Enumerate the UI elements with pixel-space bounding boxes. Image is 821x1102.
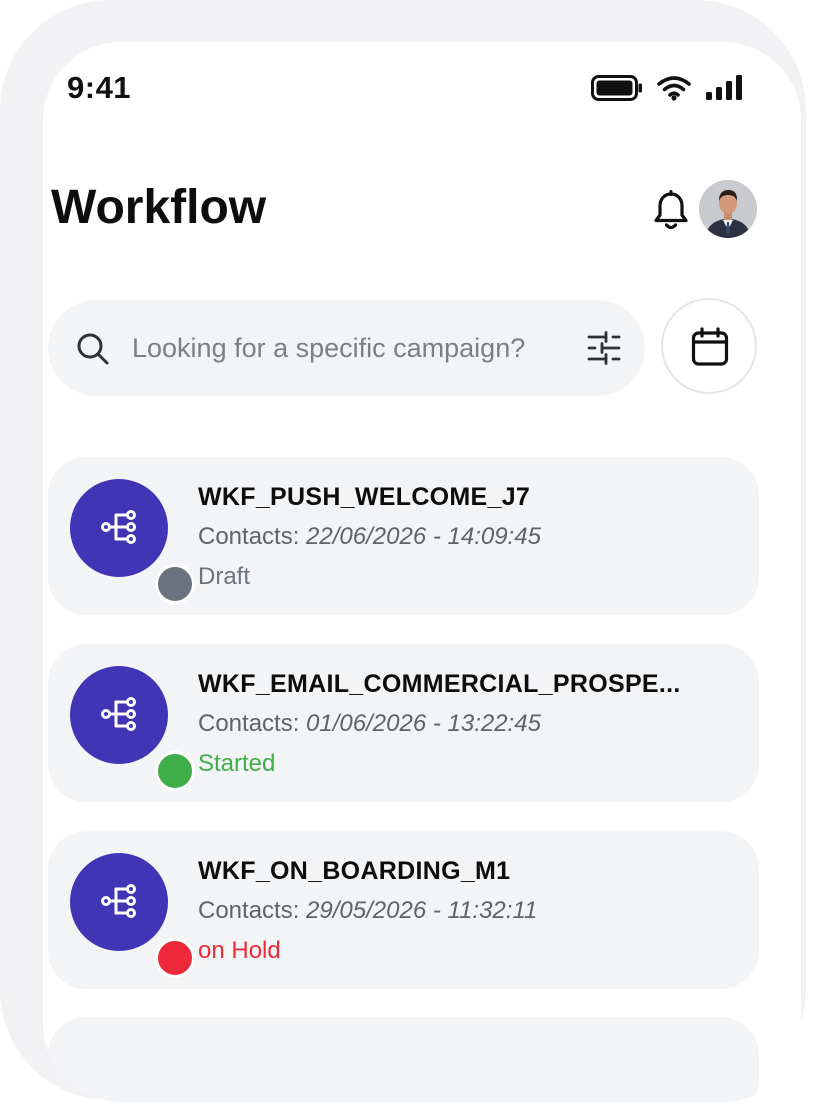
workflow-name: WKF_ON_BOARDING_M1 — [198, 857, 511, 885]
status-indicator-dot — [155, 564, 195, 604]
workflow-name: WKF_PUSH_WELCOME_J7 — [198, 483, 531, 511]
status-icons — [591, 74, 743, 102]
cellular-signal-icon — [706, 75, 742, 100]
workflow-contacts: Contacts: 22/06/2026 - 14:09:45 — [198, 523, 541, 551]
contacts-label: Contacts: — [198, 897, 307, 924]
contacts-label: Contacts: — [198, 523, 307, 550]
page-title: Workflow — [51, 181, 267, 234]
status-time: 9:41 — [67, 70, 132, 105]
phone-screen: 9:41 Workflow Looking for a specific cam… — [43, 42, 801, 1102]
bell-icon[interactable] — [653, 190, 689, 232]
workflow-avatar — [70, 479, 195, 604]
filter-sliders-icon[interactable] — [586, 330, 622, 366]
workflow-avatar — [70, 666, 195, 791]
search-icon — [77, 333, 109, 365]
status-bar: 9:41 — [43, 42, 801, 132]
search-bar[interactable] — [48, 300, 645, 396]
workflow-tree-icon — [101, 697, 136, 731]
status-indicator-dot — [155, 938, 195, 978]
workflow-tree-icon — [101, 884, 136, 918]
calendar-icon — [691, 327, 729, 366]
workflow-status: Draft — [198, 563, 251, 590]
workflow-card-partial[interactable] — [48, 1017, 759, 1102]
wifi-icon — [657, 76, 691, 101]
workflow-contacts: Contacts: 29/05/2026 - 11:32:11 — [198, 897, 537, 925]
contacts-date: 29/05/2026 - 11:32:11 — [306, 897, 538, 924]
workflow-contacts: Contacts: 01/06/2026 - 13:22:45 — [198, 710, 541, 738]
contacts-date: 22/06/2026 - 14:09:45 — [306, 523, 541, 550]
workflow-card[interactable]: WKF_ON_BOARDING_M1 Contacts: 29/05/2026 … — [48, 831, 759, 989]
workflow-name: WKF_EMAIL_COMMERCIAL_PROSPE... — [198, 670, 681, 698]
status-indicator-dot — [155, 751, 195, 791]
battery-icon — [591, 75, 642, 101]
workflow-card[interactable]: WKF_EMAIL_COMMERCIAL_PROSPE... Contacts:… — [48, 644, 759, 802]
user-avatar[interactable] — [699, 180, 757, 238]
workflow-status: on Hold — [198, 937, 281, 964]
workflow-card[interactable]: WKF_PUSH_WELCOME_J7 Contacts: 22/06/2026… — [48, 457, 759, 615]
contacts-date: 01/06/2026 - 13:22:45 — [306, 710, 541, 737]
workflow-avatar — [70, 853, 195, 978]
user-portrait — [699, 180, 757, 238]
search-row — [48, 298, 760, 398]
search-input[interactable] — [132, 326, 572, 370]
calendar-button[interactable] — [661, 298, 757, 394]
app-header: Workflow — [43, 172, 801, 252]
workflow-tree-icon — [101, 510, 136, 544]
workflow-status: Started — [198, 750, 276, 777]
contacts-label: Contacts: — [198, 710, 307, 737]
